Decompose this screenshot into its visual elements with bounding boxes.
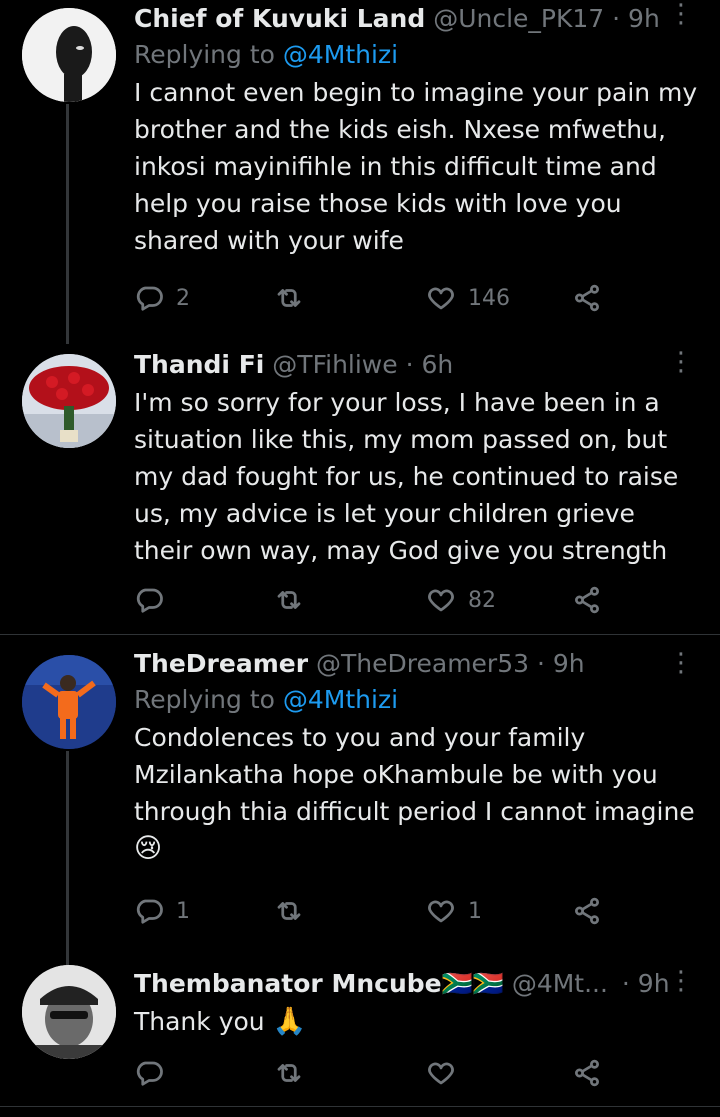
tweet-4[interactable]: Thembanator Mncube🇿🇦🇿🇦 @4Mt... · 9h Than… xyxy=(0,955,720,1105)
heart-icon xyxy=(428,900,454,923)
reply-icon xyxy=(136,899,163,924)
more-vertical-icon[interactable]: ⋮ xyxy=(668,968,694,994)
avatar-man-portrait xyxy=(22,8,116,102)
tweet-text: I cannot even begin to imagine your pain… xyxy=(134,78,698,255)
retweet-icon xyxy=(277,902,301,920)
reply-button[interactable]: 2 xyxy=(134,278,190,318)
share-button[interactable] xyxy=(572,891,602,931)
display-name[interactable]: Thembanator Mncube xyxy=(134,969,442,998)
divider xyxy=(0,1106,720,1107)
timestamp[interactable]: · 9h xyxy=(612,4,660,33)
like-button[interactable]: 146 xyxy=(426,278,510,318)
tweet-text: Condolences to you and your family Mzila… xyxy=(134,719,700,867)
like-count: 146 xyxy=(468,285,510,311)
retweet-button[interactable] xyxy=(274,891,316,931)
like-button[interactable] xyxy=(426,1053,468,1093)
timestamp[interactable]: · 6h xyxy=(406,350,454,379)
tweet-header: Chief of Kuvuki Land @Uncle_PK17 · 9h xyxy=(134,2,700,36)
retweet-button[interactable] xyxy=(274,1053,316,1093)
like-count: 82 xyxy=(468,587,496,613)
mention-link[interactable]: @4Mthizi xyxy=(283,40,398,69)
more-vertical-icon[interactable]: ⋮ xyxy=(668,1,694,27)
share-button[interactable] xyxy=(572,580,602,620)
reply-icon xyxy=(136,286,163,311)
reply-count: 2 xyxy=(176,285,190,311)
avatar-goalkeeper xyxy=(22,655,116,749)
tweet-actions xyxy=(134,1053,614,1093)
retweet-button[interactable] xyxy=(274,580,316,620)
display-name[interactable]: Chief of Kuvuki Land xyxy=(134,4,425,33)
reply-count: 1 xyxy=(176,898,190,924)
handle[interactable]: @4Mt... xyxy=(512,969,608,998)
tweet-2[interactable]: Thandi Fi @TFihliwe · 6h I'm so sorry fo… xyxy=(0,340,720,634)
share-icon xyxy=(575,284,599,312)
thread-line xyxy=(66,104,69,344)
like-button[interactable]: 82 xyxy=(426,580,496,620)
replying-to: Replying to @4Mthizi xyxy=(134,683,700,717)
reply-icon xyxy=(136,1061,163,1086)
timestamp[interactable]: · 9h xyxy=(537,649,585,678)
mention-link[interactable]: @4Mthizi xyxy=(283,685,398,714)
crying-face-emoji: 😢 xyxy=(134,833,163,864)
more-vertical-icon[interactable]: ⋮ xyxy=(668,650,694,676)
flag-emoji: 🇿🇦🇿🇦 xyxy=(441,969,504,998)
avatar[interactable] xyxy=(22,354,116,448)
reply-button[interactable] xyxy=(134,1053,176,1093)
handle[interactable]: @TheDreamer53 xyxy=(316,649,529,678)
retweet-button[interactable] xyxy=(274,278,316,318)
like-count: 1 xyxy=(468,898,482,924)
handle[interactable]: @TFihliwe xyxy=(272,350,397,379)
folded-hands-emoji: 🙏 xyxy=(272,1006,307,1037)
retweet-icon xyxy=(277,591,301,609)
retweet-icon xyxy=(277,289,301,307)
tweet-1[interactable]: Chief of Kuvuki Land @Uncle_PK17 · 9h Re… xyxy=(0,0,720,344)
display-name[interactable]: Thandi Fi xyxy=(134,350,264,379)
heart-icon xyxy=(428,287,454,310)
tweet-actions: 82 xyxy=(134,580,614,620)
replying-prefix: Replying to xyxy=(134,685,275,714)
like-button[interactable]: 1 xyxy=(426,891,482,931)
retweet-icon xyxy=(277,1064,301,1082)
more-vertical-icon[interactable]: ⋮ xyxy=(668,349,694,375)
tweet-text: I'm so sorry for your loss, I have been … xyxy=(134,388,679,565)
handle[interactable]: @Uncle_PK17 xyxy=(433,4,604,33)
tweet-3[interactable]: TheDreamer @TheDreamer53 · 9h Replying t… xyxy=(0,635,720,965)
display-name[interactable]: TheDreamer xyxy=(134,649,308,678)
tweet-text-content: Condolences to you and your family Mzila… xyxy=(134,723,695,826)
avatar-man-cap xyxy=(22,965,116,1059)
share-icon xyxy=(575,897,599,925)
timestamp[interactable]: · 9h xyxy=(622,969,670,998)
tweet-text: Thank you 🙏 xyxy=(134,1003,700,1040)
heart-icon xyxy=(428,1062,454,1085)
share-button[interactable] xyxy=(572,278,602,318)
reply-button[interactable]: 1 xyxy=(134,891,190,931)
tweet-header: Thandi Fi @TFihliwe · 6h xyxy=(134,348,700,382)
reply-button[interactable] xyxy=(134,580,176,620)
avatar[interactable] xyxy=(22,655,116,749)
avatar[interactable] xyxy=(22,965,116,1059)
replying-prefix: Replying to xyxy=(134,40,275,69)
reply-icon xyxy=(136,588,163,613)
tweet-actions: 2 146 xyxy=(134,278,614,318)
replying-to: Replying to @4Mthizi xyxy=(134,38,700,72)
avatar-red-roses xyxy=(22,354,116,448)
avatar[interactable] xyxy=(22,8,116,102)
tweet-text-content: Thank you xyxy=(134,1007,265,1036)
tweet-header: TheDreamer @TheDreamer53 · 9h xyxy=(134,647,700,681)
tweet-actions: 1 1 xyxy=(134,891,614,931)
heart-icon xyxy=(428,589,454,612)
thread-line xyxy=(66,751,69,965)
share-button[interactable] xyxy=(572,1053,602,1093)
share-icon xyxy=(575,1059,599,1087)
share-icon xyxy=(575,586,599,614)
tweet-header: Thembanator Mncube🇿🇦🇿🇦 @4Mt... · 9h xyxy=(134,967,700,1001)
